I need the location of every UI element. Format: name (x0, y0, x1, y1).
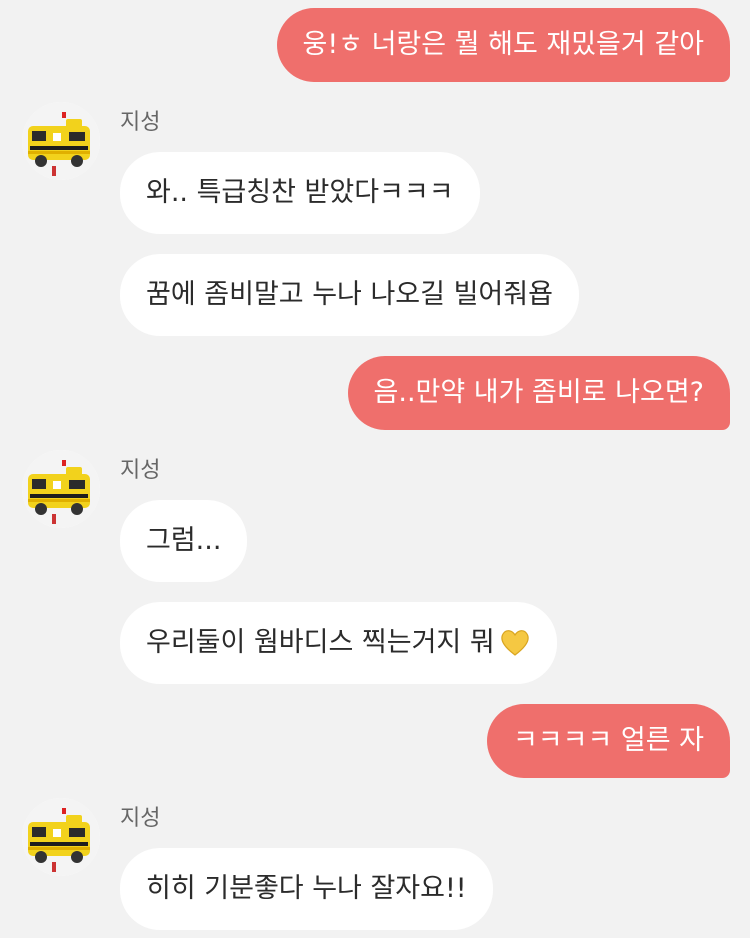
message-text: 히히 기분좋다 누나 잘자요!! (146, 873, 467, 904)
message-text: 음..만약 내가 좀비로 나오면? (373, 377, 704, 408)
sender-avatar[interactable] (22, 102, 100, 180)
message-text: 그럼... (146, 525, 222, 556)
message-text: 꿈에 좀비말고 누나 나오길 빌어줘욥 (146, 279, 553, 310)
my-message-bubble[interactable]: ㅋㅋㅋㅋ 얼른 자 (486, 704, 730, 778)
their-message-bubble[interactable]: 와.. 특급칭찬 받았다ㅋㅋㅋ (120, 152, 480, 234)
yellow-heart-icon (500, 630, 529, 656)
my-message-bubble[interactable]: 음..만약 내가 좀비로 나오면? (347, 356, 730, 430)
ambulance-toy-icon (22, 102, 100, 180)
sender-name: 지성 (120, 458, 161, 483)
their-message-bubble[interactable]: 히히 기분좋다 누나 잘자요!! (120, 848, 493, 930)
sender-name: 지성 (120, 110, 161, 135)
their-message-bubble[interactable]: 그럼... (120, 500, 248, 582)
message-text: 우리둘이 웜바디스 찍는거지 뭐 (146, 627, 495, 658)
ambulance-toy-icon (22, 798, 100, 876)
message-text: ㅋㅋㅋㅋ 얼른 자 (512, 725, 704, 756)
message-text: 웅!ㅎ 너랑은 뭘 해도 재밌을거 같아 (302, 29, 705, 60)
my-message-bubble[interactable]: 웅!ㅎ 너랑은 뭘 해도 재밌을거 같아 (276, 8, 730, 82)
sender-avatar[interactable] (22, 798, 100, 876)
their-message-bubble[interactable]: 꿈에 좀비말고 누나 나오길 빌어줘욥 (120, 254, 579, 336)
their-message-bubble[interactable]: 우리둘이 웜바디스 찍는거지 뭐 (120, 602, 557, 684)
ambulance-toy-icon (22, 450, 100, 528)
message-text: 와.. 특급칭찬 받았다ㅋㅋㅋ (146, 177, 454, 208)
sender-avatar[interactable] (22, 450, 100, 528)
sender-name: 지성 (120, 806, 161, 831)
